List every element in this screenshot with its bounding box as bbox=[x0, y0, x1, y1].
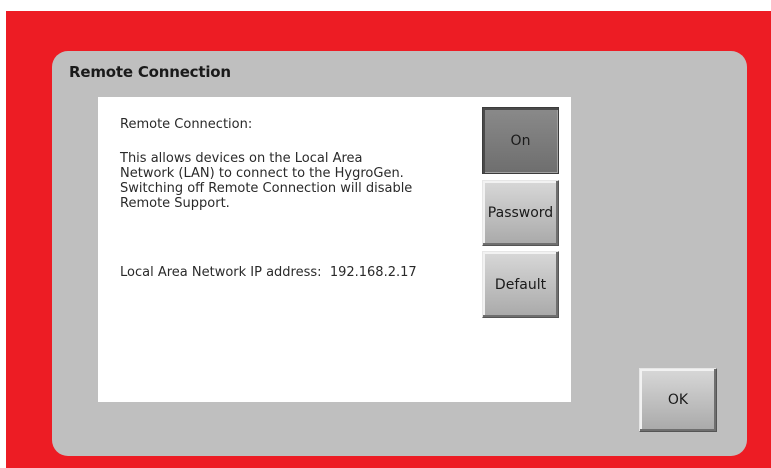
panel-description: This allows devices on the Local Area Ne… bbox=[120, 151, 413, 211]
default-button[interactable]: Default bbox=[482, 251, 559, 318]
on-button[interactable]: On bbox=[482, 107, 559, 174]
ok-button[interactable]: OK bbox=[639, 368, 717, 432]
ip-address-line: Local Area Network IP address: 192.168.2… bbox=[120, 265, 417, 280]
ip-value: 192.168.2.17 bbox=[329, 265, 417, 280]
dialog-title: Remote Connection bbox=[69, 63, 231, 81]
red-frame: Remote Connection Remote Connection: Thi… bbox=[6, 11, 771, 468]
password-button[interactable]: Password bbox=[482, 180, 559, 246]
remote-connection-dialog: Remote Connection Remote Connection: Thi… bbox=[52, 51, 747, 456]
panel-heading: Remote Connection: bbox=[120, 117, 253, 132]
ip-label: Local Area Network IP address: bbox=[120, 265, 322, 280]
